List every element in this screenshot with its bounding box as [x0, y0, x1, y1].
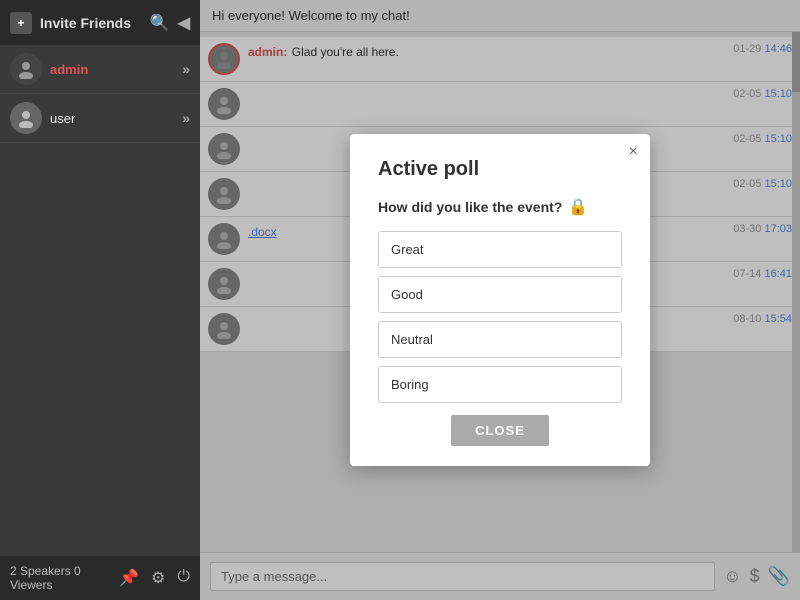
avatar-admin [10, 53, 42, 85]
poll-option-good[interactable]: Good [378, 276, 622, 313]
footer-icons: 📌 ⚙ ⏻ [119, 568, 190, 588]
sidebar: + Invite Friends 🔍 ◀ admin » user » 2 Sp… [0, 0, 200, 600]
back-icon[interactable]: ◀ [178, 13, 190, 33]
sidebar-item-user[interactable]: user » [0, 94, 200, 143]
modal-question: How did you like the event? 🔒 [378, 197, 622, 217]
modal-title: Active poll [378, 158, 622, 181]
chevron-right-icon: » [182, 61, 190, 77]
sidebar-header: + Invite Friends 🔍 ◀ [0, 0, 200, 45]
poll-option-neutral[interactable]: Neutral [378, 321, 622, 358]
sidebar-item-admin[interactable]: admin » [0, 45, 200, 94]
close-poll-button[interactable]: CLOSE [451, 415, 549, 446]
username-admin: admin [50, 62, 174, 77]
pin-icon[interactable]: 📌 [119, 568, 139, 588]
sidebar-header-icon: + [10, 12, 32, 34]
username-user: user [50, 111, 174, 126]
active-poll-modal: × Active poll How did you like the event… [350, 134, 650, 466]
avatar-user [10, 102, 42, 134]
sidebar-title: Invite Friends [40, 15, 142, 31]
chevron-right-icon2: » [182, 110, 190, 126]
sidebar-footer: 2 Speakers 0 Viewers 📌 ⚙ ⏻ [0, 556, 200, 600]
poll-option-boring[interactable]: Boring [378, 366, 622, 403]
speakers-viewers-text: 2 Speakers 0 Viewers [10, 564, 119, 592]
poll-option-great[interactable]: Great [378, 231, 622, 268]
question-text: How did you like the event? [378, 199, 562, 215]
settings-icon[interactable]: ⚙ [151, 568, 165, 588]
main-chat-area: Hi everyone! Welcome to my chat! admin: … [200, 0, 800, 600]
power-icon[interactable]: ⏻ [177, 568, 190, 588]
search-icon[interactable]: 🔍 [150, 13, 170, 33]
lock-icon: 🔒 [568, 197, 588, 217]
modal-overlay: × Active poll How did you like the event… [200, 0, 800, 600]
modal-close-x-button[interactable]: × [629, 144, 638, 160]
